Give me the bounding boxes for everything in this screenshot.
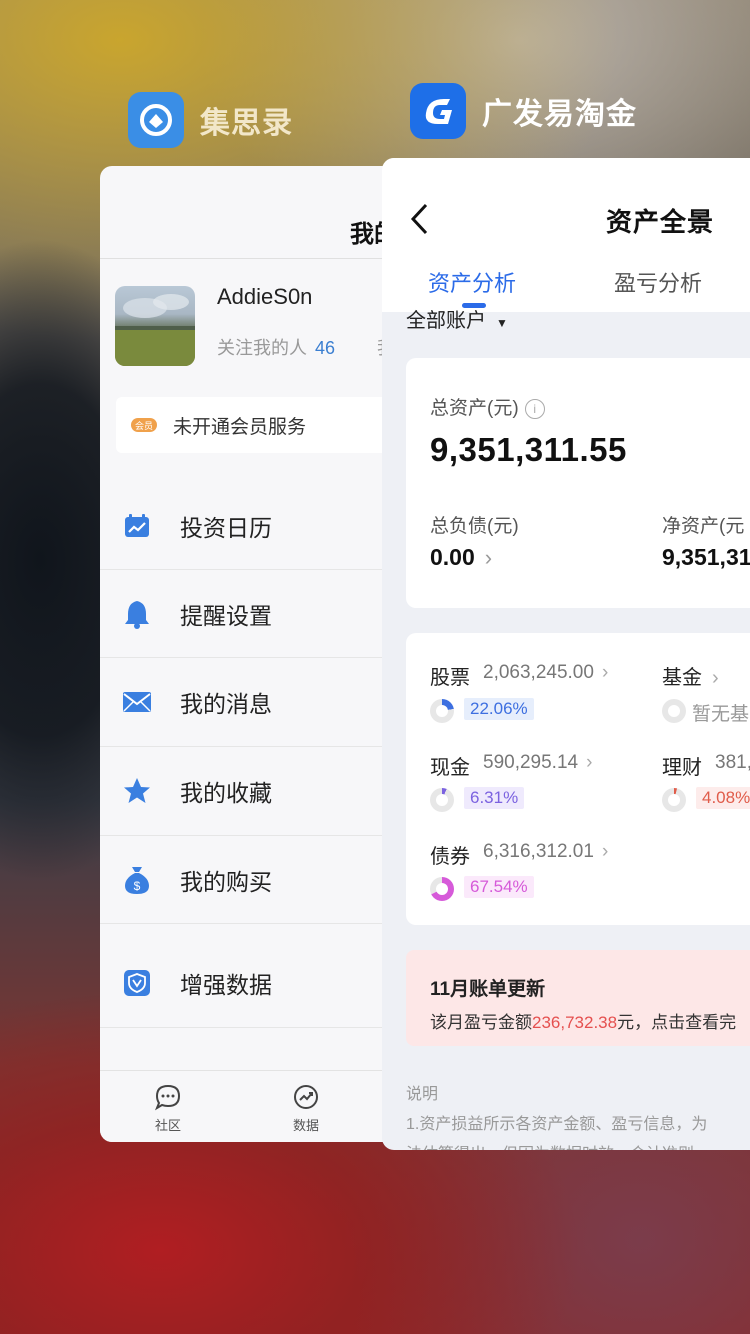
statement-summary: 该月盈亏金额236,732.38元，点击查看完 (430, 1013, 737, 1032)
menu-label: 投资日历 (180, 515, 272, 541)
asset-value-bonds[interactable]: 6,316,312.01 › (483, 841, 608, 863)
menu-label: 增强数据 (180, 972, 272, 998)
asset-name-bonds[interactable]: 债券 (430, 840, 470, 869)
asset-name-stocks[interactable]: 股票 (430, 661, 470, 690)
star-icon (122, 776, 152, 806)
follower-number: 46 (315, 338, 336, 358)
note-title: 说明 (406, 1086, 439, 1103)
ring-chart-stocks (430, 699, 454, 723)
chevron-right-icon: › (586, 752, 593, 773)
jisilu-app-card[interactable]: 我的 AddieS0n 关注我的人46我 会员 未开通会员服务 投资日历 提醒设… (100, 166, 400, 1142)
menu-label: 我的收藏 (180, 780, 272, 806)
page-title: 资产全景 (606, 207, 715, 237)
chevron-right-icon: › (601, 662, 609, 683)
shield-v-icon (122, 968, 152, 998)
menu-item-my-favorites[interactable]: 我的收藏 (100, 747, 400, 835)
calendar-chart-icon (122, 511, 152, 541)
menu-item-enhanced-data[interactable]: 增强数据 (100, 939, 400, 1027)
nav-bar: 资产全景 资产分析 盈亏分析 (382, 158, 750, 312)
money-bag-icon: $ (122, 865, 152, 895)
net-assets-value: 9,351,31 (662, 544, 750, 570)
username: AddieS0n (217, 284, 313, 309)
membership-banner[interactable]: 会员 未开通会员服务 (116, 397, 400, 453)
chat-bubble-icon (154, 1084, 181, 1111)
bottom-tab-bar: 社区 数据 (100, 1070, 400, 1142)
follower-label: 关注我的人 (217, 338, 307, 358)
pct-funds: 暂无基 (686, 698, 750, 727)
menu-item-reminder-settings[interactable]: 提醒设置 (100, 570, 400, 658)
avatar[interactable] (115, 286, 195, 366)
divider (100, 258, 400, 259)
tab-pnl-analysis[interactable]: 盈亏分析 (614, 266, 702, 298)
app-switcher-header-gf[interactable]: 广发易淘金 (410, 83, 637, 139)
total-liabilities-label: 总负债(元) (430, 516, 519, 537)
asset-name-funds[interactable]: 基金 › (662, 661, 719, 690)
asset-value-cash[interactable]: 590,295.14 › (483, 752, 592, 774)
chevron-right-icon: › (712, 667, 719, 689)
bell-icon (122, 599, 152, 629)
tab-label: 数据 (292, 1118, 319, 1133)
menu-label: 提醒设置 (180, 603, 272, 629)
app-name-jisilu: 集思录 (200, 107, 293, 140)
asset-name-cash[interactable]: 现金 (430, 751, 470, 780)
divider (100, 1027, 400, 1028)
menu-label: 我的消息 (180, 691, 272, 717)
jisilu-app-icon (128, 92, 184, 148)
asset-breakdown-card: 股票 2,063,245.00 › 22.06% 基金 › 暂无基 现金 590,2… (406, 633, 750, 925)
menu-label: 我的购买 (180, 869, 272, 895)
gf-app-icon (410, 83, 466, 139)
gf-app-card[interactable]: 资产全景 资产分析 盈亏分析 全部账户 ▼ 总资产(元) i 9,351,311.5… (382, 158, 750, 1150)
back-button[interactable] (408, 202, 430, 241)
tab-data[interactable]: 数据 (276, 1083, 336, 1134)
tab-asset-analysis[interactable]: 资产分析 (428, 266, 516, 298)
account-filter-dropdown[interactable]: 全部账户 ▼ (406, 304, 508, 333)
statement-title: 11月账单更新 (430, 979, 546, 1000)
total-assets-value: 9,351,311.55 (430, 431, 627, 468)
app-switcher-header-jisilu[interactable]: 集思录 (128, 92, 293, 148)
ring-chart-cash (430, 788, 454, 812)
divider (100, 923, 400, 924)
pct-wealth-management: 4.08% (696, 787, 750, 809)
pct-stocks: 22.06% (464, 698, 534, 720)
info-icon[interactable]: i (524, 398, 545, 419)
svg-text:$: $ (134, 879, 141, 893)
chevron-right-icon: › (601, 841, 609, 862)
monthly-statement-banner[interactable]: 11月账单更新 该月盈亏金额236,732.38元，点击查看完 (406, 950, 750, 1046)
menu-item-investment-calendar[interactable]: 投资日历 (100, 482, 400, 570)
chevron-left-icon (410, 203, 428, 235)
statement-amount: 236,732.38 (532, 1013, 618, 1032)
account-filter-value: 全部账户 (406, 310, 486, 332)
membership-status: 未开通会员服务 (173, 416, 307, 438)
note-text: 1.资产损益所示各资产金额、盈亏信息，为 (406, 1116, 708, 1133)
envelope-icon (122, 687, 152, 717)
follower-count[interactable]: 关注我的人46我 (217, 334, 395, 360)
ring-chart-bonds (430, 877, 454, 901)
menu-item-my-messages[interactable]: 我的消息 (100, 658, 400, 746)
menu-item-my-purchases[interactable]: $ 我的购买 (100, 836, 400, 924)
asset-name-wealth-management[interactable]: 理财 (662, 751, 702, 780)
asset-value-stocks[interactable]: 2,063,245.00 › (483, 662, 608, 684)
asset-value-wealth-management[interactable]: 381, (715, 752, 750, 774)
tab-community[interactable]: 社区 (138, 1083, 198, 1134)
total-assets-label: 总资产(元) i (430, 393, 545, 420)
ring-chart-wealth-management (662, 788, 686, 812)
trend-chart-icon (294, 1085, 318, 1109)
ring-chart-funds (662, 699, 686, 723)
caret-down-icon: ▼ (496, 316, 508, 330)
chevron-right-icon: › (484, 545, 493, 570)
asset-summary-card: 总资产(元) i 9,351,311.55 总负债(元) 0.00 › 净资产(元 … (406, 358, 750, 608)
note-text: 法估算得出，但因为数据时效、会计准则 (406, 1140, 694, 1150)
net-assets-label: 净资产(元 (662, 516, 745, 537)
total-liabilities-value[interactable]: 0.00 › (430, 544, 492, 571)
app-name-gf: 广发易淘金 (482, 98, 637, 131)
tab-label: 社区 (154, 1118, 181, 1133)
pct-bonds: 67.54% (464, 876, 534, 898)
pct-cash: 6.31% (464, 787, 525, 809)
member-badge: 会员 (131, 418, 157, 432)
